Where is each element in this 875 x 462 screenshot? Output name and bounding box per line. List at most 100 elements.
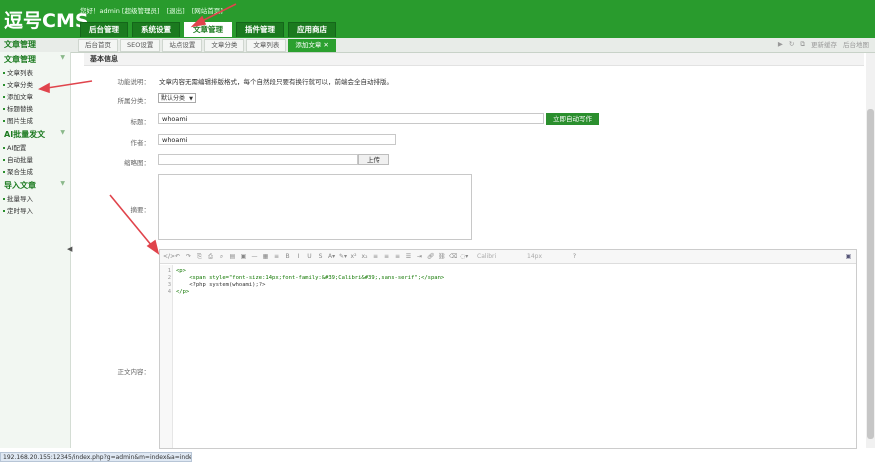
highlight-icon[interactable]: ✎▾	[339, 253, 347, 260]
scrollbar-thumb[interactable]	[867, 109, 874, 439]
thumbnail-input[interactable]	[158, 154, 358, 165]
strike-icon[interactable]: S	[317, 253, 324, 260]
group-title: 导入文章	[4, 181, 36, 190]
sidebar-item-article-category[interactable]: 文章分类	[0, 79, 70, 91]
table-icon[interactable]: ▦	[262, 253, 269, 260]
refresh-icon[interactable]: ↻	[789, 40, 794, 48]
sidebar-header: 文章管理	[4, 40, 36, 49]
sidebar-item-article-list[interactable]: 文章列表	[0, 67, 70, 79]
nav-tab-store[interactable]: 应用商店	[288, 22, 336, 37]
nav-tab-system[interactable]: 系统设置	[132, 22, 180, 37]
sidebar-group-ai[interactable]: AI批量发文 ▼	[0, 127, 70, 142]
open-tab-home[interactable]: 后台首页	[78, 39, 118, 52]
font-size-select[interactable]: 14px	[527, 253, 567, 260]
align-center-icon[interactable]: ≡	[383, 253, 390, 260]
unlink-icon[interactable]: ⛓︎	[438, 253, 446, 260]
top-right-controls: ▶ ↻ ⧉ 更新缓存 后台地图	[778, 39, 869, 50]
thumbnail-label: 缩略图：	[124, 159, 150, 167]
font-color-icon[interactable]: A▾	[328, 253, 335, 260]
content-label: 正文内容：	[117, 368, 151, 376]
sidebar-item-title-replace[interactable]: 标题替换	[0, 103, 70, 115]
sidebar-item-add-article[interactable]: 添加文章	[0, 91, 70, 103]
paste-icon[interactable]: ▤	[229, 253, 236, 260]
logout-link[interactable]: [退出]	[167, 7, 185, 15]
summary-textarea[interactable]	[158, 174, 472, 240]
sidebar-item-ai-config[interactable]: AI配置	[0, 142, 70, 154]
open-tab-add-article[interactable]: 添加文章 ✕	[288, 39, 336, 52]
sidebar-item-auto-batch[interactable]: 自动批量	[0, 154, 70, 166]
site-home-link[interactable]: [网站首页]	[192, 7, 223, 15]
chevron-down-icon: ▼	[60, 129, 65, 136]
line-number: 3	[167, 282, 171, 288]
note-text: 文章内容无需编辑排版格式，每个自然段只要有换行就可以，前端会全自动排版。	[159, 78, 393, 86]
author-input[interactable]: whoami	[158, 134, 396, 145]
user-bar: 您好！admin [超级管理员] [退出] [网站首页]	[80, 5, 228, 15]
code-line: </p>	[176, 289, 190, 295]
subscript-icon[interactable]: x₂	[361, 253, 368, 260]
chevron-down-icon: ▼	[60, 180, 65, 187]
link-icon[interactable]: 🔗︎	[427, 253, 435, 260]
code-line: <span style="font-size:14px;font-family:…	[176, 275, 445, 281]
align-left-icon[interactable]: ≡	[372, 253, 379, 260]
open-tab-site[interactable]: 站点设置	[162, 39, 203, 52]
nav-tab-articles[interactable]: 文章管理	[184, 22, 232, 37]
help-icon[interactable]: ?	[571, 253, 578, 260]
scrollbar[interactable]	[866, 53, 875, 448]
content-editor[interactable]: </> ↶ ↷ ⎘ ⎙ ⌕ ▤ ▣ — ▦ ≡ B I U S A▾ ✎▾ x²…	[159, 249, 857, 449]
align-icon[interactable]: ≡	[273, 253, 280, 260]
emoticon-icon[interactable]: ◌▾	[460, 253, 468, 260]
redo-icon[interactable]: ↷	[185, 253, 192, 260]
nav-tab-backend[interactable]: 后台管理	[80, 22, 128, 37]
top-header: 逗号CMS 您好！admin [超级管理员] [退出] [网站首页] 后台管理 …	[0, 0, 875, 38]
user-greeting: 您好！admin [超级管理员]	[80, 7, 160, 15]
preview-icon[interactable]: ⌕	[218, 253, 225, 261]
clear-format-icon[interactable]: ⌫	[449, 253, 457, 260]
top-nav: 后台管理 系统设置 文章管理 插件管理 应用商店	[80, 22, 336, 38]
hr-icon[interactable]: —	[251, 253, 258, 260]
indent-icon[interactable]: ⇥	[416, 253, 423, 260]
sidebar-item-batch-import[interactable]: 批量导入	[0, 193, 70, 205]
underline-icon[interactable]: U	[306, 253, 313, 260]
window-icon[interactable]: ⧉	[800, 40, 805, 49]
update-cache-link[interactable]: 更新缓存	[811, 39, 837, 49]
group-title: AI批量发文	[4, 130, 46, 139]
bold-icon[interactable]: B	[284, 253, 291, 260]
title-input[interactable]: whoami	[158, 113, 544, 124]
sidebar-collapse-icon[interactable]: ◀	[67, 245, 72, 255]
open-tab-seo[interactable]: SEO设置	[120, 39, 161, 52]
category-select[interactable]: 默认分类 ▼	[158, 93, 196, 103]
section-header: 基本信息	[84, 53, 864, 66]
sidebar-group-articles[interactable]: 文章管理 ▼	[0, 52, 70, 67]
print-icon[interactable]: ⎙	[207, 253, 214, 261]
image-icon[interactable]: ▣	[240, 253, 247, 260]
editor-toolbar: </> ↶ ↷ ⎘ ⎙ ⌕ ▤ ▣ — ▦ ≡ B I U S A▾ ✎▾ x²…	[160, 250, 856, 264]
list-icon[interactable]: ☰	[405, 253, 412, 260]
annotation-arrowhead-editor	[146, 239, 160, 255]
chevron-down-icon: ▼	[189, 96, 193, 102]
undo-icon[interactable]: ↶	[174, 253, 181, 260]
auto-write-button[interactable]: 立即自动写作	[546, 113, 599, 125]
italic-icon[interactable]: I	[295, 253, 302, 260]
summary-label: 摘要：	[130, 206, 151, 214]
copy-icon[interactable]: ⎘	[196, 253, 203, 261]
fullscreen-icon[interactable]: ▣	[845, 253, 852, 260]
line-number: 1	[167, 268, 171, 274]
group-title: 文章管理	[4, 55, 36, 64]
superscript-icon[interactable]: x²	[350, 253, 357, 260]
open-tab-category[interactable]: 文章分类	[204, 39, 245, 52]
nav-right-icon[interactable]: ▶	[778, 40, 783, 48]
sidebar-item-timed-import[interactable]: 定时导入	[0, 205, 70, 217]
nav-tab-plugins[interactable]: 插件管理	[236, 22, 284, 37]
source-icon[interactable]: </>	[163, 253, 175, 260]
font-family-select[interactable]: Calibri	[477, 253, 517, 260]
open-tab-list[interactable]: 文章列表	[246, 39, 287, 52]
align-right-icon[interactable]: ≡	[394, 253, 401, 260]
sitemap-link[interactable]: 后台地图	[843, 39, 869, 49]
sidebar-group-import[interactable]: 导入文章 ▼	[0, 178, 70, 193]
upload-button[interactable]: 上传	[358, 154, 389, 165]
line-number: 2	[167, 275, 171, 281]
sidebar-item-image-gen[interactable]: 图片生成	[0, 115, 70, 127]
category-label: 所属分类：	[117, 97, 151, 105]
sidebar-item-aggregate[interactable]: 聚合生成	[0, 166, 70, 178]
code-line: <p>	[176, 268, 186, 274]
